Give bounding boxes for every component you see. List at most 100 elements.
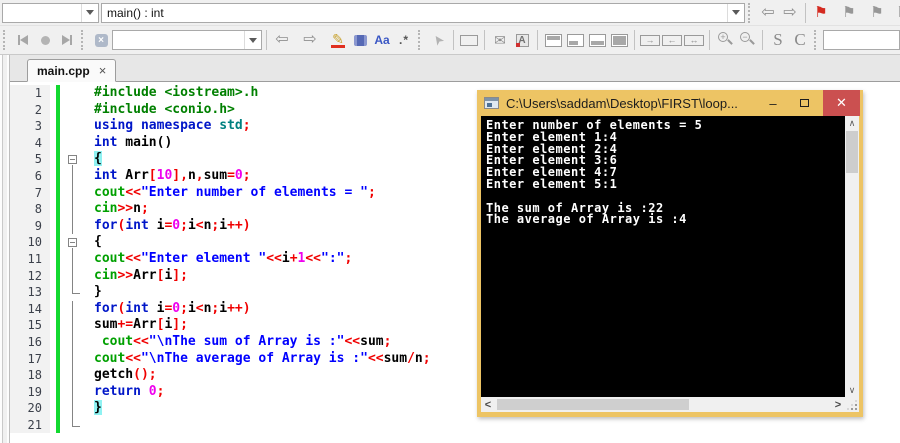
red-flag-icon: ⚑ bbox=[814, 4, 828, 21]
vertical-scroll-thumb[interactable] bbox=[846, 131, 858, 173]
jump-forward-button[interactable]: ⇨ bbox=[779, 2, 801, 24]
line-number[interactable]: 5 bbox=[10, 151, 50, 168]
console-title: C:\Users\saddam\Desktop\FIRST\loop... bbox=[506, 95, 738, 111]
dock-top-button[interactable] bbox=[542, 29, 564, 51]
search-combobox[interactable] bbox=[112, 30, 262, 50]
arrow-left-icon: ⇦ bbox=[761, 3, 775, 21]
expand-both-button[interactable]: ↔ bbox=[683, 29, 705, 51]
line-number[interactable]: 7 bbox=[10, 184, 50, 202]
tab-main-cpp[interactable]: main.cpp × bbox=[27, 59, 117, 82]
highlight-occurrences-button[interactable]: ✎ bbox=[327, 29, 349, 51]
line-number[interactable]: 10 bbox=[10, 234, 50, 251]
match-case-button[interactable]: Aa bbox=[371, 29, 393, 51]
column-mode-button[interactable]: C bbox=[789, 29, 811, 51]
console-window: C:\Users\saddam\Desktop\FIRST\loop... – … bbox=[477, 90, 863, 417]
fold-guide bbox=[60, 284, 86, 301]
zoom-in-button[interactable]: + bbox=[714, 29, 736, 51]
chevron-down-icon[interactable] bbox=[244, 31, 261, 49]
selection-mode-button[interactable]: S bbox=[767, 29, 789, 51]
jump-back-button[interactable]: ⇦ bbox=[757, 2, 779, 24]
line-number[interactable]: 1 bbox=[10, 85, 50, 102]
horizontal-scroll-thumb[interactable] bbox=[497, 399, 689, 410]
toolbar-separator bbox=[805, 2, 806, 23]
box-arrow-both-icon: ↔ bbox=[684, 34, 704, 46]
fold-guide bbox=[60, 167, 86, 185]
fold-guide bbox=[60, 267, 86, 285]
dock-bottom-button[interactable] bbox=[564, 29, 586, 51]
code-text[interactable] bbox=[86, 417, 900, 434]
expand-right-button[interactable]: → bbox=[639, 29, 661, 51]
toolbar-gripper bbox=[814, 30, 820, 50]
box-arrow-right-icon: → bbox=[640, 34, 660, 46]
toolbar-separator bbox=[453, 30, 454, 50]
expand-left-button[interactable]: ← bbox=[661, 29, 683, 51]
s-icon: S bbox=[773, 30, 783, 49]
line-number[interactable]: 21 bbox=[10, 416, 50, 434]
scroll-left-icon[interactable]: < bbox=[481, 397, 495, 412]
envelope-icon: ✉ bbox=[494, 31, 506, 48]
fold-toggle-icon[interactable] bbox=[60, 151, 86, 168]
line-number[interactable]: 16 bbox=[10, 333, 50, 351]
code-completion-toolbar: main() : int ⇦ ⇨ ⚑ ⚑ ⚑ ⚑ bbox=[0, 0, 900, 26]
code-line[interactable]: 21 bbox=[10, 416, 900, 434]
chevron-down-icon[interactable] bbox=[727, 3, 744, 22]
chevron-down-icon[interactable] bbox=[81, 3, 98, 22]
toolbar-separator bbox=[484, 30, 485, 50]
scope-combobox[interactable] bbox=[2, 2, 99, 23]
panel-splitter[interactable] bbox=[0, 55, 10, 443]
maximize-button[interactable] bbox=[792, 90, 816, 116]
console-titlebar[interactable]: C:\Users\saddam\Desktop\FIRST\loop... – … bbox=[477, 90, 863, 116]
line-number[interactable]: 20 bbox=[10, 400, 50, 417]
editor-tabbar: main.cpp × bbox=[10, 55, 900, 82]
previous-bookmark-button[interactable]: ⚑ bbox=[838, 2, 860, 24]
toggle-bookmark-button[interactable]: ⚑ bbox=[810, 2, 832, 24]
tab-close-icon[interactable]: × bbox=[99, 64, 107, 77]
send-message-button[interactable]: ✉ bbox=[489, 29, 511, 51]
line-number[interactable]: 15 bbox=[10, 317, 50, 334]
console-horizontal-scrollbar[interactable]: < > bbox=[481, 397, 845, 412]
search-next-button[interactable]: ⇨ bbox=[299, 29, 321, 51]
next-bookmark-button[interactable]: ⚑ bbox=[866, 2, 888, 24]
toolbar-gripper bbox=[3, 30, 9, 50]
new-window-button[interactable] bbox=[458, 29, 480, 51]
clear-bookmarks-button[interactable]: ⚑ bbox=[892, 2, 900, 24]
console-vertical-scrollbar[interactable]: ∧ ∨ bbox=[845, 116, 859, 397]
resize-grip[interactable] bbox=[845, 397, 859, 412]
line-number[interactable]: 3 bbox=[10, 118, 50, 135]
minimize-button[interactable]: – bbox=[761, 90, 785, 116]
format-text-button[interactable]: A bbox=[511, 29, 533, 51]
fold-guide bbox=[60, 102, 86, 119]
scroll-right-icon[interactable]: > bbox=[831, 397, 845, 412]
line-number[interactable]: 14 bbox=[10, 300, 50, 318]
console-output[interactable]: Enter number of elements = 5 Enter elemen… bbox=[481, 116, 845, 397]
line-number[interactable]: 9 bbox=[10, 217, 50, 235]
line-number[interactable]: 8 bbox=[10, 201, 50, 218]
line-number[interactable]: 13 bbox=[10, 284, 50, 301]
select-to-match-button[interactable] bbox=[349, 29, 371, 51]
search-prev-button[interactable]: ⇦ bbox=[271, 29, 293, 51]
line-number[interactable]: 17 bbox=[10, 350, 50, 368]
line-number[interactable]: 2 bbox=[10, 101, 50, 119]
close-button[interactable]: ✕ bbox=[823, 90, 860, 116]
zoom-out-button[interactable]: − bbox=[736, 29, 758, 51]
incremental-search-input[interactable] bbox=[823, 30, 900, 50]
line-number[interactable]: 6 bbox=[10, 167, 50, 185]
step-back-button[interactable] bbox=[12, 29, 34, 51]
line-number[interactable]: 18 bbox=[10, 367, 50, 384]
fold-toggle-icon[interactable] bbox=[60, 234, 86, 251]
line-number[interactable]: 19 bbox=[10, 383, 50, 401]
line-number[interactable]: 12 bbox=[10, 267, 50, 285]
run-to-cursor-button[interactable] bbox=[34, 29, 56, 51]
pointer-mode-button[interactable]: ➤ bbox=[427, 29, 449, 51]
line-number[interactable]: 4 bbox=[10, 134, 50, 152]
dock-bottom-full-button[interactable] bbox=[586, 29, 608, 51]
clear-search-button[interactable]: × bbox=[90, 29, 112, 51]
toolbar-gripper bbox=[81, 30, 87, 50]
step-forward-button[interactable] bbox=[56, 29, 78, 51]
dock-fill-button[interactable] bbox=[608, 29, 630, 51]
line-number[interactable]: 11 bbox=[10, 250, 50, 268]
symbol-combobox[interactable]: main() : int bbox=[101, 2, 745, 23]
regex-button[interactable]: .* bbox=[393, 29, 415, 51]
scroll-up-icon[interactable]: ∧ bbox=[845, 116, 859, 130]
scroll-down-icon[interactable]: ∨ bbox=[845, 383, 859, 397]
